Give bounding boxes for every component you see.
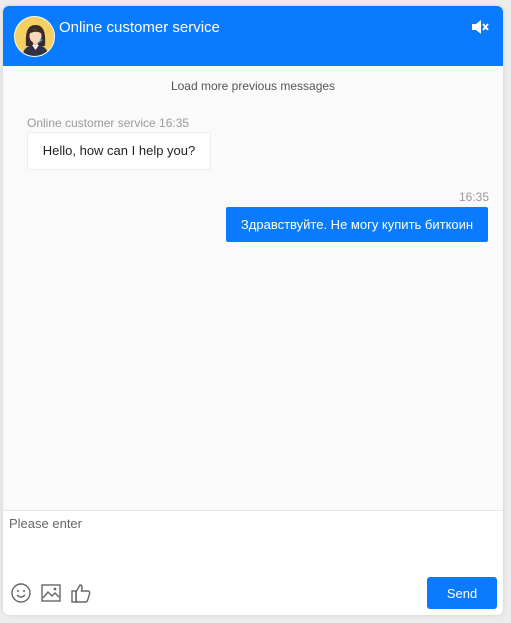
agent-avatar [14,16,55,57]
message-input[interactable] [3,511,503,569]
message-meta: 16:35 [458,190,489,204]
chat-header: Online customer service [3,6,503,66]
load-more-link[interactable]: Load more previous messages [3,79,503,93]
send-button[interactable]: Send [427,577,497,609]
agent-avatar-icon [15,17,54,56]
chat-window: Online customer service Load more previo… [3,6,503,615]
message-list[interactable]: Load more previous messages Online custo… [3,66,503,510]
agent-message-bubble: Hello, how can I help you? [27,132,211,170]
chat-title: Online customer service [59,19,220,36]
speaker-mute-icon[interactable] [471,19,489,35]
emoji-icon[interactable] [10,582,32,604]
thumbs-up-icon[interactable] [70,582,92,604]
user-message-bubble: Здравствуйте. Не могу купить биткоин [226,207,488,242]
message-meta: Online customer service 16:35 [27,116,190,130]
image-icon[interactable] [40,582,62,604]
